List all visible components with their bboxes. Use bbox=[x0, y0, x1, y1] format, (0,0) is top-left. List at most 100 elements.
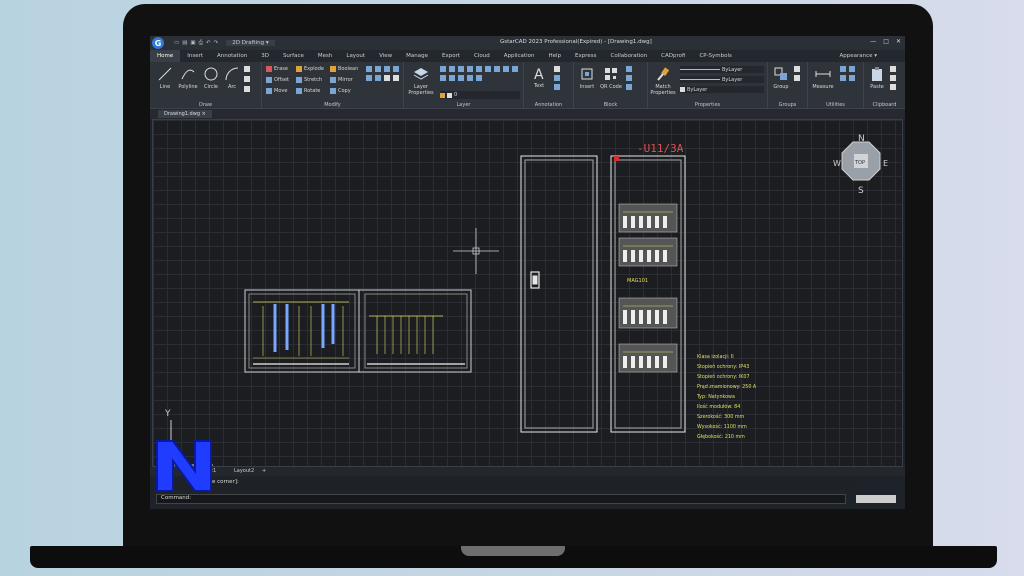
tab-cloud[interactable]: Cloud bbox=[467, 50, 497, 62]
tab-mesh[interactable]: Mesh bbox=[311, 50, 339, 62]
create-block-icon[interactable] bbox=[626, 66, 632, 72]
tab-cadprofi[interactable]: CADprofi bbox=[654, 50, 692, 62]
match-properties-button[interactable]: Match Properties bbox=[650, 66, 676, 96]
layer-merge-icon[interactable] bbox=[449, 75, 455, 81]
color-dropdown[interactable]: ByLayer bbox=[680, 66, 764, 73]
undo-icon[interactable]: ↶ bbox=[206, 40, 211, 47]
cut-icon[interactable] bbox=[890, 66, 896, 72]
tab-cp-symbols[interactable]: CP-Symbols bbox=[692, 50, 738, 62]
layer-isolate-icon[interactable] bbox=[467, 66, 473, 72]
redo-icon[interactable]: ↷ bbox=[214, 40, 219, 47]
copy-button[interactable]: Copy bbox=[330, 88, 351, 94]
extend-icon[interactable] bbox=[384, 66, 390, 72]
id-point-icon[interactable] bbox=[849, 75, 855, 81]
leader-icon[interactable] bbox=[554, 75, 560, 81]
offset-button[interactable]: Offset bbox=[266, 77, 289, 83]
compass-n[interactable]: N bbox=[858, 134, 865, 144]
chamfer-icon[interactable] bbox=[366, 75, 372, 81]
compass-e[interactable]: E bbox=[883, 159, 888, 168]
calculator-icon[interactable] bbox=[840, 75, 846, 81]
tab-surface[interactable]: Surface bbox=[276, 50, 311, 62]
layer-unlock-icon[interactable] bbox=[512, 66, 518, 72]
region-icon[interactable] bbox=[244, 86, 250, 92]
tab-application[interactable]: Application bbox=[497, 50, 542, 62]
document-tab[interactable]: Drawing1.dwg × bbox=[158, 110, 212, 118]
layer-match-icon[interactable] bbox=[449, 66, 455, 72]
layer-unisolate-icon[interactable] bbox=[476, 66, 482, 72]
circle-tool[interactable]: Circle bbox=[200, 66, 222, 90]
copy-base-icon[interactable] bbox=[890, 84, 896, 90]
compass-s[interactable]: S bbox=[858, 186, 864, 196]
layer-delete-icon[interactable] bbox=[458, 75, 464, 81]
dimension-icon[interactable] bbox=[554, 66, 560, 72]
paste-button[interactable]: Paste bbox=[866, 66, 888, 90]
layer-lock-icon[interactable] bbox=[503, 66, 509, 72]
qr-code-button[interactable]: QR Code bbox=[600, 66, 622, 90]
quick-select-icon[interactable] bbox=[840, 66, 846, 72]
line-tool[interactable]: Line bbox=[154, 66, 176, 90]
attribute-icon[interactable] bbox=[626, 84, 632, 90]
compass-w[interactable]: W bbox=[833, 159, 841, 168]
appearance-menu[interactable]: Appearance ▾ bbox=[839, 53, 877, 59]
add-layout-tab[interactable]: + bbox=[262, 468, 266, 474]
trim-icon[interactable] bbox=[375, 66, 381, 72]
scale-icon[interactable] bbox=[375, 75, 381, 81]
hatch-icon[interactable] bbox=[244, 76, 250, 82]
tab-collaboration[interactable]: Collaboration bbox=[604, 50, 655, 62]
group-edit-icon[interactable] bbox=[794, 75, 800, 81]
insert-block-button[interactable]: Insert bbox=[576, 66, 598, 90]
layer-previous-icon[interactable] bbox=[458, 66, 464, 72]
layer-change-icon[interactable] bbox=[476, 75, 482, 81]
tab-annotation[interactable]: Annotation bbox=[210, 50, 254, 62]
edit-block-icon[interactable] bbox=[626, 75, 632, 81]
group-button[interactable]: Group bbox=[770, 66, 792, 90]
tab-view[interactable]: View bbox=[372, 50, 399, 62]
tab-export[interactable]: Export bbox=[435, 50, 467, 62]
lineweight-dropdown[interactable]: ByLayer bbox=[680, 86, 764, 93]
horizontal-scrollbar[interactable] bbox=[856, 495, 896, 503]
fillet-icon[interactable] bbox=[393, 66, 399, 72]
join-icon[interactable] bbox=[393, 75, 399, 81]
tab-layout2[interactable]: Layout2 bbox=[234, 468, 254, 474]
tab-manage[interactable]: Manage bbox=[399, 50, 435, 62]
polyline-tool[interactable]: Polyline bbox=[176, 66, 200, 90]
measure-button[interactable]: Measure bbox=[810, 66, 836, 90]
tab-3d[interactable]: 3D bbox=[254, 50, 276, 62]
select-all-icon[interactable] bbox=[849, 66, 855, 72]
tab-insert[interactable]: Insert bbox=[180, 50, 210, 62]
view-cube[interactable]: TOP N S E W bbox=[833, 134, 888, 196]
boolean-button[interactable]: Boolean bbox=[330, 66, 358, 72]
mirror-button[interactable]: Mirror bbox=[330, 77, 353, 83]
text-tool[interactable]: A Text bbox=[528, 65, 550, 89]
command-input[interactable]: Command: bbox=[156, 494, 846, 504]
close-button[interactable]: ✕ bbox=[896, 38, 901, 45]
app-logo[interactable]: G bbox=[150, 36, 166, 50]
erase-button[interactable]: Erase bbox=[266, 66, 288, 72]
minimize-button[interactable]: — bbox=[870, 38, 876, 45]
ungroup-icon[interactable] bbox=[794, 66, 800, 72]
view-cube-top[interactable]: TOP bbox=[854, 160, 865, 166]
layer-walk-icon[interactable] bbox=[440, 75, 446, 81]
array-icon[interactable] bbox=[366, 66, 372, 72]
tab-express[interactable]: Express bbox=[568, 50, 603, 62]
print-icon[interactable]: ⎙ bbox=[199, 40, 203, 47]
open-file-icon[interactable]: ▤ bbox=[182, 40, 187, 47]
layer-properties-button[interactable]: Layer Properties bbox=[406, 66, 436, 96]
stretch-button[interactable]: Stretch bbox=[296, 77, 322, 83]
save-icon[interactable]: ▣ bbox=[190, 40, 195, 47]
workspace-selector[interactable]: 2D Drafting ▾ bbox=[226, 40, 275, 46]
layer-freeze-icon[interactable] bbox=[485, 66, 491, 72]
move-button[interactable]: Move bbox=[266, 88, 287, 94]
table-icon[interactable] bbox=[554, 84, 560, 90]
tab-home[interactable]: Home bbox=[150, 50, 181, 62]
rectangle-icon[interactable] bbox=[244, 66, 250, 72]
drawing-canvas[interactable]: -U11/3A MAG101 Klasa izolacji: II Stopie… bbox=[152, 119, 903, 467]
maximize-button[interactable]: □ bbox=[883, 38, 889, 45]
layer-copy-icon[interactable] bbox=[467, 75, 473, 81]
arc-tool[interactable]: Arc bbox=[222, 66, 242, 90]
copy-clip-icon[interactable] bbox=[890, 75, 896, 81]
tab-layout[interactable]: Layout bbox=[339, 50, 372, 62]
layer-dropdown[interactable]: 0 bbox=[440, 91, 520, 99]
rotate-button[interactable]: Rotate bbox=[296, 88, 320, 94]
explode-button[interactable]: Explode bbox=[296, 66, 324, 72]
